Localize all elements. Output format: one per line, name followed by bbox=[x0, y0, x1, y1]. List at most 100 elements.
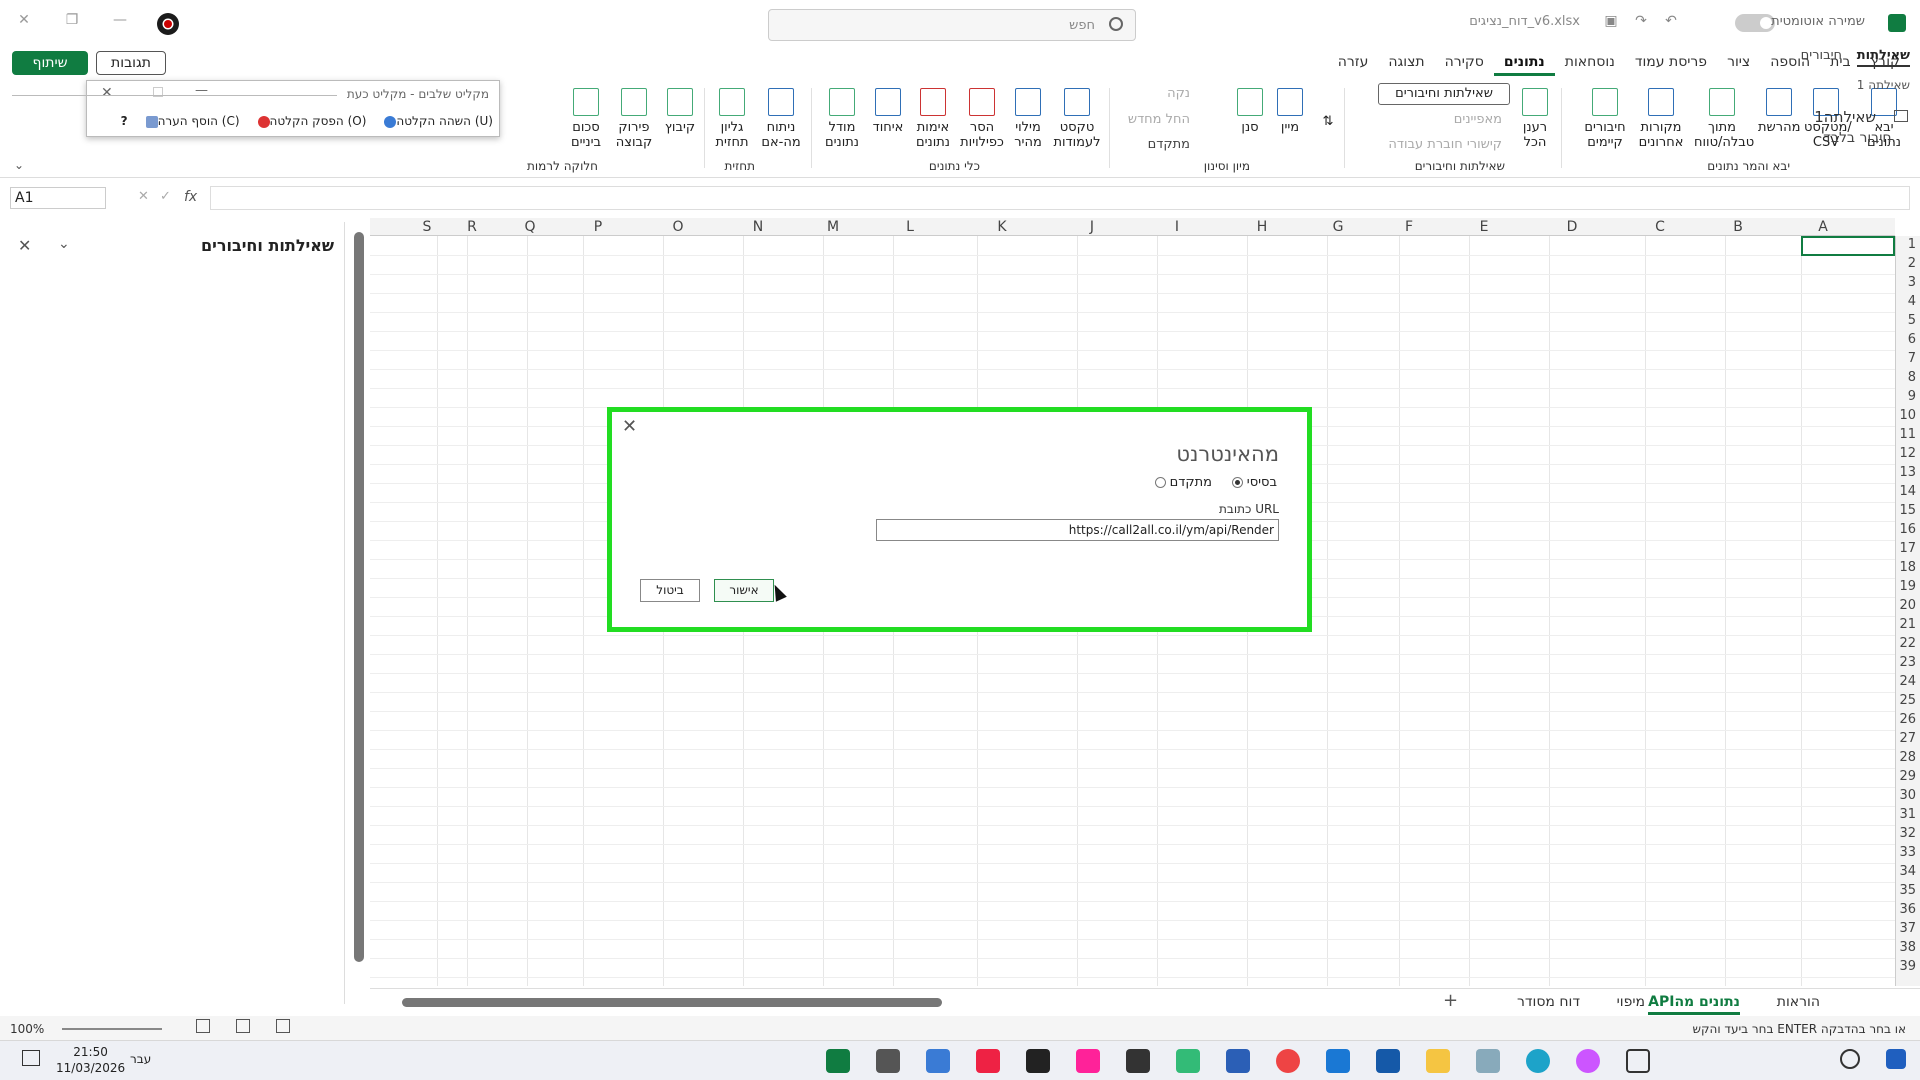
column-header[interactable]: H bbox=[1222, 219, 1302, 235]
file-explorer-icon[interactable] bbox=[1426, 1049, 1450, 1073]
close-icon[interactable]: ✕ bbox=[18, 236, 31, 255]
row-header[interactable]: 37 bbox=[1899, 921, 1916, 936]
data-model-button[interactable]: מודל נתונים bbox=[822, 88, 862, 150]
row-header[interactable]: 24 bbox=[1899, 674, 1916, 689]
task-view-icon[interactable] bbox=[1626, 1049, 1650, 1073]
column-header[interactable]: I bbox=[1132, 219, 1222, 235]
vertical-scrollbar[interactable] bbox=[354, 232, 364, 962]
zoom-slider[interactable] bbox=[62, 1028, 162, 1030]
row-header[interactable]: 28 bbox=[1899, 750, 1916, 765]
row-header[interactable]: 16 bbox=[1899, 522, 1916, 537]
help-icon[interactable]: ? bbox=[121, 114, 128, 128]
search-box[interactable]: חפש bbox=[768, 9, 1136, 41]
row-header[interactable]: 27 bbox=[1899, 731, 1916, 746]
store-icon[interactable] bbox=[1376, 1049, 1400, 1073]
workbook-links-button[interactable]: קישורי חוברת עבודה bbox=[1388, 137, 1502, 152]
tab-7[interactable]: סקירה bbox=[1435, 52, 1494, 76]
confirm-formula-icon[interactable]: ✓ bbox=[160, 189, 171, 204]
excel-icon[interactable] bbox=[826, 1049, 850, 1073]
row-header[interactable]: 1 bbox=[1908, 237, 1916, 252]
row-header[interactable]: 39 bbox=[1899, 959, 1916, 974]
clock[interactable]: 21:50 11/03/2026 bbox=[56, 1044, 125, 1076]
column-header[interactable]: N bbox=[718, 219, 798, 235]
page-layout-icon[interactable] bbox=[236, 1019, 250, 1033]
row-header[interactable]: 38 bbox=[1899, 940, 1916, 955]
sheet-tab[interactable]: מיפוי bbox=[1617, 994, 1645, 1010]
insert-function-icon[interactable]: fx bbox=[184, 189, 197, 205]
add-sheet-button[interactable]: + bbox=[1443, 990, 1458, 1011]
row-header[interactable]: 14 bbox=[1899, 484, 1916, 499]
basic-radio[interactable]: בסיסי bbox=[1228, 475, 1277, 490]
row-header[interactable]: 2 bbox=[1908, 256, 1916, 271]
column-header[interactable]: J bbox=[1052, 219, 1132, 235]
column-header[interactable]: D bbox=[1524, 219, 1620, 235]
column-header[interactable]: O bbox=[638, 219, 718, 235]
tab-queries[interactable]: שאילתות bbox=[1856, 48, 1910, 67]
row-header[interactable]: 7 bbox=[1908, 351, 1916, 366]
row-header[interactable]: 4 bbox=[1908, 294, 1916, 309]
row-header[interactable]: 13 bbox=[1899, 465, 1916, 480]
cancel-formula-icon[interactable]: ✕ bbox=[138, 189, 149, 204]
page-break-icon[interactable] bbox=[276, 1019, 290, 1033]
row-header[interactable]: 17 bbox=[1899, 541, 1916, 556]
app-icon[interactable] bbox=[1476, 1049, 1500, 1073]
flash-fill-button[interactable]: מילוי מהיר bbox=[1010, 88, 1046, 150]
sheet-tab[interactable]: הוראות bbox=[1777, 994, 1820, 1010]
comments-button[interactable]: תגובות bbox=[96, 51, 166, 75]
row-header[interactable]: 23 bbox=[1899, 655, 1916, 670]
column-header[interactable]: C bbox=[1620, 219, 1700, 235]
row-header[interactable]: 35 bbox=[1899, 883, 1916, 898]
reapply-button[interactable]: החל מחדש bbox=[1128, 112, 1190, 127]
recorder-icon[interactable] bbox=[157, 13, 179, 35]
row-header[interactable]: 6 bbox=[1908, 332, 1916, 347]
column-header[interactable]: R bbox=[442, 219, 502, 235]
row-header[interactable]: 21 bbox=[1899, 617, 1916, 632]
column-header[interactable]: G bbox=[1302, 219, 1374, 235]
column-header[interactable]: B bbox=[1700, 219, 1776, 235]
undo-icon[interactable]: ↶ bbox=[1662, 13, 1680, 31]
copilot-icon[interactable] bbox=[1576, 1049, 1600, 1073]
column-header[interactable]: A bbox=[1776, 219, 1870, 235]
filter-button[interactable]: סנן bbox=[1232, 88, 1268, 135]
row-header[interactable]: 22 bbox=[1899, 636, 1916, 651]
column-header[interactable]: L bbox=[868, 219, 952, 235]
remove-duplicates-button[interactable]: הסר כפילויות bbox=[960, 88, 1004, 150]
row-header[interactable]: 25 bbox=[1899, 693, 1916, 708]
advanced-filter-button[interactable]: מתקדם bbox=[1148, 137, 1190, 152]
app-icon[interactable] bbox=[1176, 1049, 1200, 1073]
row-header[interactable]: 12 bbox=[1899, 446, 1916, 461]
column-header[interactable]: Q bbox=[502, 219, 558, 235]
row-header[interactable]: 20 bbox=[1899, 598, 1916, 613]
word-icon[interactable] bbox=[1226, 1049, 1250, 1073]
row-header[interactable]: 34 bbox=[1899, 864, 1916, 879]
app-icon[interactable] bbox=[1076, 1049, 1100, 1073]
advanced-radio[interactable]: מתקדם bbox=[1151, 475, 1212, 490]
row-header[interactable]: 10 bbox=[1899, 408, 1916, 423]
row-header[interactable]: 3 bbox=[1908, 275, 1916, 290]
app-icon[interactable] bbox=[1026, 1049, 1050, 1073]
chrome-icon[interactable] bbox=[1276, 1049, 1300, 1073]
row-header[interactable]: 30 bbox=[1899, 788, 1916, 803]
from-web-button[interactable]: מהרשת bbox=[1758, 88, 1800, 135]
horizontal-scrollbar[interactable] bbox=[402, 998, 942, 1007]
from-table-button[interactable]: מתוך טבלה/טווח bbox=[1694, 88, 1754, 150]
row-header[interactable]: 29 bbox=[1899, 769, 1916, 784]
zoom-level[interactable]: 100% bbox=[10, 1022, 44, 1036]
column-header[interactable]: M bbox=[798, 219, 868, 235]
autosave-toggle[interactable] bbox=[1735, 14, 1775, 32]
ok-button[interactable]: אישור bbox=[714, 579, 774, 602]
row-header[interactable]: 15 bbox=[1899, 503, 1916, 518]
collapse-ribbon-icon[interactable]: ⌄ bbox=[14, 158, 24, 172]
app-store-icon[interactable] bbox=[926, 1049, 950, 1073]
close-icon[interactable]: ✕ bbox=[622, 416, 637, 437]
forecast-sheet-button[interactable]: גליון תחזית bbox=[712, 88, 752, 150]
name-box[interactable]: A1 bbox=[10, 187, 106, 209]
steps-recorder-icon[interactable] bbox=[876, 1049, 900, 1073]
row-header[interactable]: 26 bbox=[1899, 712, 1916, 727]
row-header[interactable]: 8 bbox=[1908, 370, 1916, 385]
url-input[interactable] bbox=[876, 519, 1279, 541]
row-header[interactable]: 5 bbox=[1908, 313, 1916, 328]
consolidate-button[interactable]: איחוד bbox=[870, 88, 906, 135]
normal-view-icon[interactable] bbox=[196, 1019, 210, 1033]
row-header[interactable]: 18 bbox=[1899, 560, 1916, 575]
